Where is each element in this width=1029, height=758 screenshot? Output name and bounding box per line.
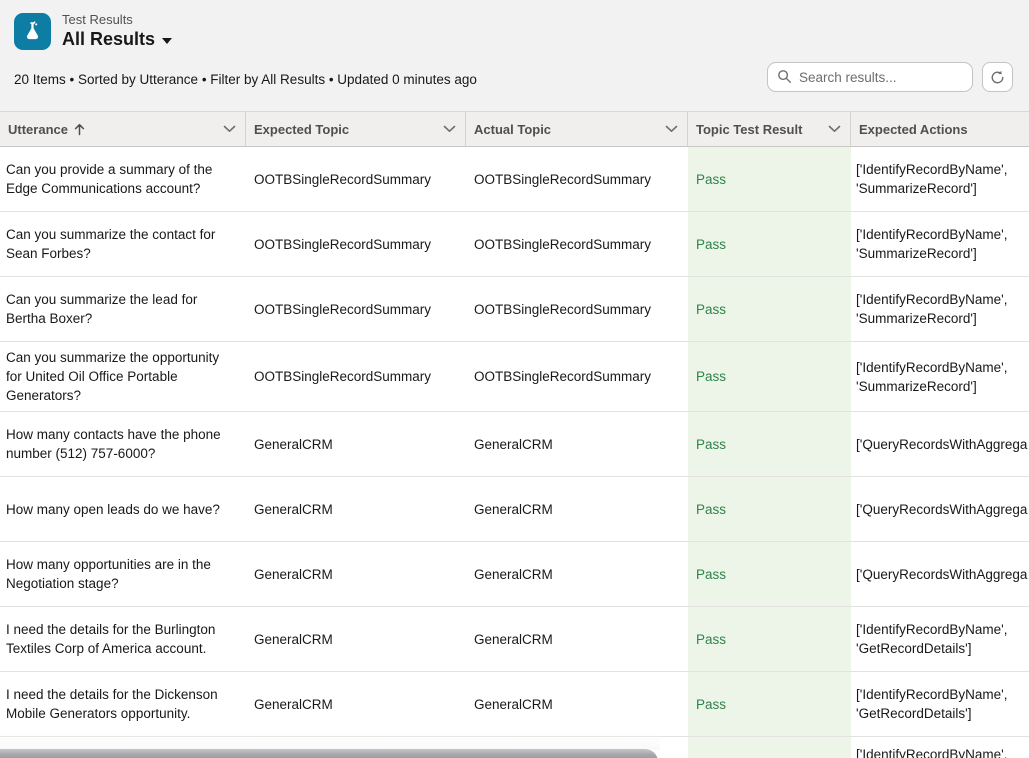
chevron-down-icon[interactable] (665, 125, 678, 133)
chevron-down-icon[interactable] (828, 125, 841, 133)
cell-topic-test-result: Pass (688, 147, 851, 211)
cell-expected-actions: ['QueryRecordsWithAggrega (851, 542, 1029, 606)
cell-topic-test-result: Pass (688, 477, 851, 541)
cell-utterance: Can you summarize the contact for Sean F… (0, 212, 246, 276)
column-header[interactable]: Expected Actions (851, 112, 1029, 146)
cell-topic-test-result (688, 737, 851, 758)
entity-label: Test Results (62, 12, 172, 28)
table-row: Can you summarize the opportunity for Un… (0, 342, 1029, 412)
search-icon (777, 69, 792, 84)
cell-actual-topic: GeneralCRM (466, 542, 688, 606)
cell-utterance: I need the details for the Dickenson Mob… (0, 672, 246, 736)
column-header-label: Utterance (8, 122, 68, 137)
cell-topic-test-result: Pass (688, 412, 851, 476)
cell-expected-actions: ['IdentifyRecordByName', (851, 737, 1029, 758)
object-header: Test Results All Results (14, 12, 172, 50)
cell-topic-test-result: Pass (688, 607, 851, 671)
cell-utterance: Can you provide a summary of the Edge Co… (0, 147, 246, 211)
cell-actual-topic: OOTBSingleRecordSummary (466, 342, 688, 411)
cell-expected-topic: GeneralCRM (246, 477, 466, 541)
table-row: I need the details for the Burlington Te… (0, 607, 1029, 672)
cell-actual-topic: GeneralCRM (466, 672, 688, 736)
cell-actual-topic: GeneralCRM (466, 477, 688, 541)
column-header-label: Actual Topic (474, 122, 551, 137)
table-row: Can you summarize the contact for Sean F… (0, 212, 1029, 277)
column-header[interactable]: Topic Test Result (688, 112, 851, 146)
cell-expected-actions: ['QueryRecordsWithAggrega (851, 477, 1029, 541)
table-row: I need the details for the Dickenson Mob… (0, 672, 1029, 737)
table-row: How many open leads do we have? GeneralC… (0, 477, 1029, 542)
cell-expected-topic: GeneralCRM (246, 542, 466, 606)
chevron-down-icon (162, 38, 172, 44)
column-header-label: Expected Topic (254, 122, 349, 137)
results-table: Utterance Expected Topic Actual Topic To… (0, 111, 1029, 758)
cell-expected-topic: OOTBSingleRecordSummary (246, 277, 466, 341)
table-row: How many opportunities are in the Negoti… (0, 542, 1029, 607)
column-header[interactable]: Actual Topic (466, 112, 688, 146)
cell-utterance: How many contacts have the phone number … (0, 412, 246, 476)
cell-actual-topic: GeneralCRM (466, 412, 688, 476)
cell-utterance: How many opportunities are in the Negoti… (0, 542, 246, 606)
cell-expected-actions: ['IdentifyRecordByName', 'SummarizeRecor… (851, 212, 1029, 276)
cell-actual-topic: OOTBSingleRecordSummary (466, 147, 688, 211)
list-meta: 20 Items • Sorted by Utterance • Filter … (14, 72, 477, 87)
cell-expected-topic: GeneralCRM (246, 672, 466, 736)
cell-utterance: How many open leads do we have? (0, 477, 246, 541)
view-selector-dropdown[interactable]: All Results (62, 29, 172, 50)
cell-topic-test-result: Pass (688, 672, 851, 736)
table-header-row: Utterance Expected Topic Actual Topic To… (0, 111, 1029, 147)
search-box (767, 62, 973, 92)
cell-actual-topic: GeneralCRM (466, 607, 688, 671)
search-input[interactable] (767, 62, 973, 92)
column-header-label: Topic Test Result (696, 122, 802, 137)
table-body: Can you provide a summary of the Edge Co… (0, 147, 1029, 758)
cell-actual-topic: OOTBSingleRecordSummary (466, 277, 688, 341)
table-row: Can you provide a summary of the Edge Co… (0, 147, 1029, 212)
cell-expected-topic: OOTBSingleRecordSummary (246, 212, 466, 276)
refresh-button[interactable] (982, 62, 1013, 92)
chevron-down-icon[interactable] (223, 125, 236, 133)
cell-topic-test-result: Pass (688, 342, 851, 411)
cell-topic-test-result: Pass (688, 277, 851, 341)
column-header-label: Expected Actions (859, 122, 968, 137)
chevron-down-icon[interactable] (443, 125, 456, 133)
view-name: All Results (62, 29, 155, 50)
cell-utterance: I need the details for the Burlington Te… (0, 607, 246, 671)
sort-ascending-icon (74, 123, 85, 136)
column-header[interactable]: Utterance (0, 112, 246, 146)
bottom-overlay (0, 749, 658, 758)
cell-expected-actions: ['QueryRecordsWithAggrega (851, 412, 1029, 476)
cell-actual-topic: OOTBSingleRecordSummary (466, 212, 688, 276)
cell-expected-actions: ['IdentifyRecordByName', 'SummarizeRecor… (851, 147, 1029, 211)
object-titles: Test Results All Results (62, 12, 172, 50)
cell-expected-actions: ['IdentifyRecordByName', 'GetRecordDetai… (851, 607, 1029, 671)
cell-expected-topic: OOTBSingleRecordSummary (246, 342, 466, 411)
table-row: How many contacts have the phone number … (0, 412, 1029, 477)
cell-utterance: Can you summarize the lead for Bertha Bo… (0, 277, 246, 341)
test-results-page: Test Results All Results 20 Items • Sort… (0, 0, 1029, 758)
list-controls (767, 62, 1013, 92)
cell-expected-topic: GeneralCRM (246, 412, 466, 476)
list-view-header: Test Results All Results 20 Items • Sort… (0, 0, 1029, 111)
cell-expected-actions: ['IdentifyRecordByName', 'GetRecordDetai… (851, 672, 1029, 736)
cell-expected-actions: ['IdentifyRecordByName', 'SummarizeRecor… (851, 342, 1029, 411)
cell-expected-topic: OOTBSingleRecordSummary (246, 147, 466, 211)
cell-utterance: Can you summarize the opportunity for Un… (0, 342, 246, 411)
cell-expected-actions: ['IdentifyRecordByName', 'SummarizeRecor… (851, 277, 1029, 341)
flask-icon (14, 13, 51, 50)
cell-topic-test-result: Pass (688, 542, 851, 606)
column-header[interactable]: Expected Topic (246, 112, 466, 146)
table-row: Can you summarize the lead for Bertha Bo… (0, 277, 1029, 342)
cell-topic-test-result: Pass (688, 212, 851, 276)
cell-expected-topic: GeneralCRM (246, 607, 466, 671)
